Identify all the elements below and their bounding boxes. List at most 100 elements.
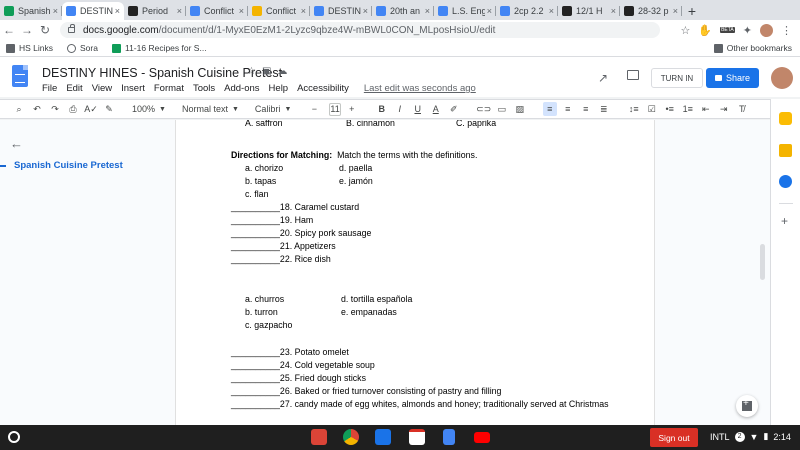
activity-dashboard-icon[interactable]: ↗ (598, 71, 608, 85)
menu-icon[interactable]: ⋮ (781, 24, 792, 37)
undo-icon[interactable]: ↶ (30, 102, 44, 116)
decrease-indent-icon[interactable]: ⇤ (699, 102, 713, 116)
search-menus-icon[interactable]: ⌕ (12, 102, 26, 116)
italic-icon[interactable]: I (393, 102, 407, 116)
menu-format[interactable]: Format (154, 83, 184, 94)
share-button[interactable]: Share (706, 68, 759, 88)
browser-tab[interactable]: DESTIN × (310, 2, 372, 20)
sign-out-button[interactable]: Sign out (650, 428, 698, 447)
font-select[interactable]: Calibri ▼ (255, 104, 291, 114)
back-icon[interactable]: ← (0, 23, 18, 37)
menu-help[interactable]: Help (269, 83, 289, 94)
browser-tab[interactable]: 20th an × (372, 2, 434, 20)
add-comment-button[interactable] (736, 395, 758, 417)
font-size-input[interactable]: 11 (329, 102, 341, 116)
tab-close-icon[interactable]: × (673, 6, 678, 16)
menu-view[interactable]: View (92, 83, 112, 94)
keep-icon[interactable] (779, 144, 792, 157)
menu-tools[interactable]: Tools (193, 83, 215, 94)
tab-close-icon[interactable]: × (363, 6, 368, 16)
checklist-icon[interactable]: ☑ (645, 102, 659, 116)
bookmark-hs-links[interactable]: HS Links (6, 43, 53, 53)
puzzle-icon[interactable]: ✦ (743, 24, 752, 37)
highlight-icon[interactable]: ✐ (447, 102, 461, 116)
new-tab-icon[interactable]: + (682, 2, 702, 20)
bullet-list-icon[interactable]: •≡ (663, 102, 677, 116)
zoom-select[interactable]: 100% ▼ (132, 104, 166, 114)
increase-font-icon[interactable]: + (345, 102, 359, 116)
profile-avatar[interactable] (760, 23, 773, 37)
gmail-icon[interactable] (409, 429, 425, 445)
browser-tab[interactable]: Conflict × (186, 2, 248, 20)
menu-edit[interactable]: Edit (66, 83, 82, 94)
browser-tab[interactable]: Conflict × (248, 2, 310, 20)
turn-in-button[interactable]: TURN IN (651, 68, 703, 88)
youtube-icon[interactable] (474, 432, 490, 443)
decrease-font-icon[interactable]: − (307, 102, 321, 116)
move-folder-icon[interactable]: ▣ (262, 66, 271, 77)
align-justify-icon[interactable]: ≣ (597, 102, 611, 116)
outline-heading-item[interactable]: Spanish Cuisine Pretest (14, 160, 123, 171)
comment-add-icon[interactable]: ▭ (495, 102, 509, 116)
launcher-icon[interactable] (8, 431, 20, 443)
vertical-scrollbar[interactable] (760, 244, 765, 280)
bookmark-recipes[interactable]: 11-16 Recipes for S... (111, 43, 207, 53)
browser-tab[interactable]: Spanish × (0, 2, 62, 20)
star-icon[interactable]: ☆ (681, 24, 691, 37)
align-center-icon[interactable]: ≡ (561, 102, 575, 116)
text-color-icon[interactable]: A (429, 102, 443, 116)
browser-tab[interactable]: 28-32 p × (620, 2, 682, 20)
line-spacing-icon[interactable]: ↕≡ (627, 102, 641, 116)
print-icon[interactable]: ⎙ (66, 102, 80, 116)
tasks-icon[interactable] (779, 175, 792, 188)
document-canvas[interactable]: ← Spanish Cuisine Pretest A. saffron B. … (0, 120, 770, 425)
outline-back-icon[interactable]: ← (10, 136, 23, 151)
cloud-status-icon[interactable]: ☁ (277, 66, 287, 77)
browser-tab[interactable]: L.S. Eng × (434, 2, 496, 20)
bold-icon[interactable]: B (375, 102, 389, 116)
docs-app-icon[interactable] (443, 429, 455, 445)
app-icon-red[interactable] (311, 429, 327, 445)
numbered-list-icon[interactable]: 1≡ (681, 102, 695, 116)
paint-format-icon[interactable]: ✎ (102, 102, 116, 116)
menu-insert[interactable]: Insert (121, 83, 145, 94)
beta-badge[interactable]: BETA (720, 27, 735, 33)
account-avatar[interactable] (771, 67, 793, 89)
align-right-icon[interactable]: ≡ (579, 102, 593, 116)
tab-close-icon[interactable]: × (177, 6, 182, 16)
tab-close-icon[interactable]: × (115, 6, 120, 16)
menu-addons[interactable]: Add-ons (224, 83, 259, 94)
docs-logo-icon[interactable] (12, 65, 28, 87)
bookmark-sora[interactable]: Sora (67, 43, 98, 53)
spellcheck-icon[interactable]: A✓ (84, 102, 98, 116)
tab-close-icon[interactable]: × (425, 6, 430, 16)
underline-icon[interactable]: U (411, 102, 425, 116)
browser-tab[interactable]: Period × (124, 2, 186, 20)
get-addons-icon[interactable]: + (781, 214, 788, 228)
tab-close-icon[interactable]: × (549, 6, 554, 16)
tab-close-icon[interactable]: × (53, 6, 58, 16)
forward-icon[interactable]: → (18, 23, 36, 37)
browser-tab[interactable]: 2cp 2.2 × (496, 2, 558, 20)
browser-tab[interactable]: DESTINY× (62, 2, 124, 20)
chrome-icon[interactable] (343, 429, 359, 445)
link-icon[interactable]: ⊂⊃ (476, 102, 491, 116)
tab-close-icon[interactable]: × (487, 6, 492, 16)
tab-close-icon[interactable]: × (301, 6, 306, 16)
clear-formatting-icon[interactable]: T̸ (735, 102, 749, 116)
reload-icon[interactable]: ↻ (36, 23, 54, 37)
url-input[interactable]: docs.google.com/document/d/1-MyxE0EzM1-2… (60, 22, 660, 38)
tab-close-icon[interactable]: × (239, 6, 244, 16)
align-left-icon[interactable]: ≡ (542, 102, 557, 116)
style-select[interactable]: Normal text ▼ (182, 104, 239, 114)
menu-accessibility[interactable]: Accessibility (297, 83, 349, 94)
extension-icon[interactable]: ✋ (698, 24, 712, 37)
browser-tab[interactable]: 12/1 H × (558, 2, 620, 20)
app-icon-dots[interactable] (375, 429, 391, 445)
status-tray[interactable]: INTL 2 ▼ ▮ 2:14 (710, 431, 791, 442)
redo-icon[interactable]: ↷ (48, 102, 62, 116)
other-bookmarks[interactable]: Other bookmarks (713, 43, 792, 53)
increase-indent-icon[interactable]: ⇥ (717, 102, 731, 116)
tab-close-icon[interactable]: × (611, 6, 616, 16)
calendar-icon[interactable] (779, 112, 792, 125)
